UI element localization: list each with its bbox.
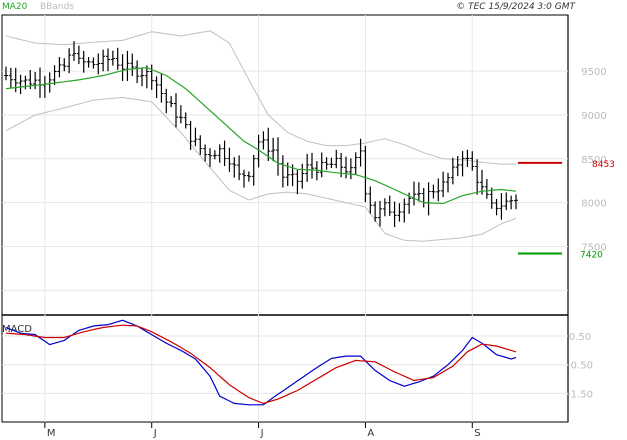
x-tick-label: M — [47, 428, 56, 439]
plot-frame — [1, 14, 569, 423]
chart-canvas: MA20 BBands © TEC 15/9/2024 3:0 GMT MACD… — [1, 2, 615, 439]
x-tick-label: J — [153, 428, 157, 439]
copyright-text: © TEC 15/9/2024 3:0 GMT — [456, 2, 576, 12]
legend-bbands: BBands — [40, 2, 74, 12]
macd-line — [5, 319, 517, 406]
x-tick-label: S — [474, 428, 480, 439]
macd-y-tick-label: 0.50 — [569, 332, 591, 343]
y-tick-label: 8000 — [581, 199, 606, 210]
macd-y-tick-label: -1.50 — [567, 389, 593, 400]
x-tick-label: A — [367, 428, 374, 439]
ma20-line — [5, 66, 517, 205]
resistance-label: 8453 — [592, 160, 615, 170]
support-label: 7420 — [580, 250, 603, 260]
stock-chart: MA20 BBands © TEC 15/9/2024 3:0 GMT MACD… — [0, 0, 627, 440]
bb-upper-line — [5, 30, 516, 165]
y-tick-label: 9500 — [581, 67, 606, 78]
bb-lower-line — [5, 96, 517, 242]
y-tick-label: 9000 — [581, 111, 606, 122]
x-tick-label: J — [260, 428, 264, 439]
macd-y-tick-label: -0.50 — [567, 361, 593, 372]
legend-ma20: MA20 — [2, 2, 28, 12]
